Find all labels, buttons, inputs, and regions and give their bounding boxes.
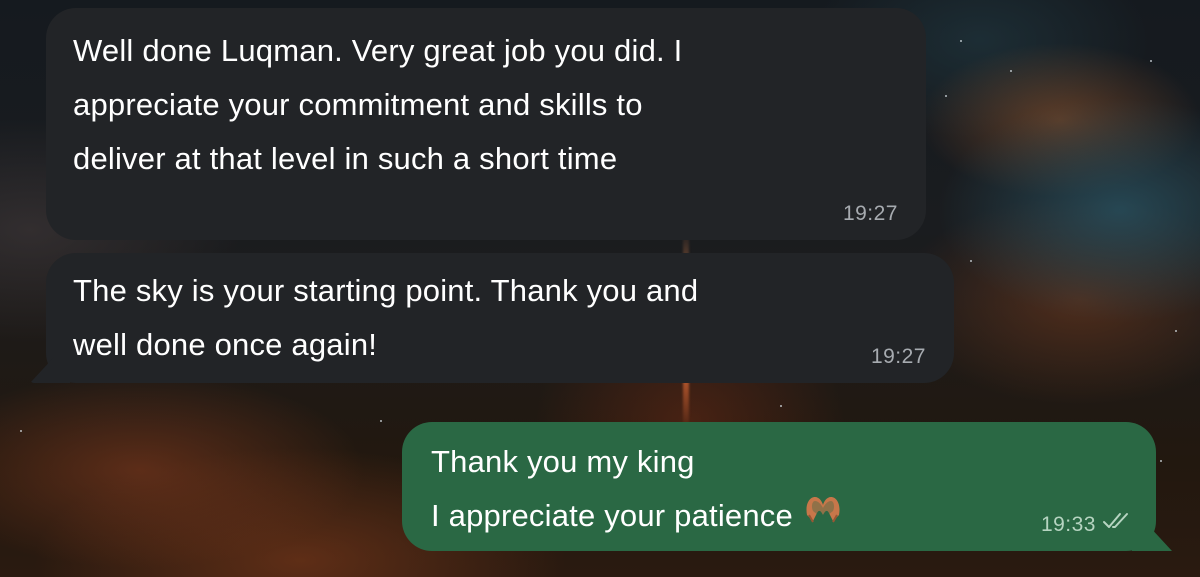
heart-hands-emoji-icon — [803, 488, 843, 542]
message-text-line: Thank you my king — [431, 444, 695, 479]
message-timestamp-group: 19:33 — [1040, 511, 1132, 537]
incoming-message-bubble[interactable]: Well done Luqman. Very great job you did… — [46, 8, 926, 240]
wallpaper-spark — [1160, 460, 1162, 462]
wallpaper-spark — [20, 430, 22, 432]
incoming-message-bubble[interactable]: The sky is your starting point. Thank yo… — [46, 253, 954, 383]
bubble-tail — [30, 357, 70, 383]
wallpaper-spark — [970, 260, 972, 262]
message-text-line: appreciate your commitment and skills to — [73, 87, 643, 122]
bubble-tail — [1132, 525, 1172, 551]
message-timestamp: 19:33 — [1040, 513, 1096, 536]
message-text-line: well done once again! — [73, 327, 378, 362]
wallpaper-spark — [1010, 70, 1012, 72]
message-timestamp: 19:27 — [842, 202, 898, 225]
double-check-icon — [1102, 511, 1132, 537]
wallpaper-spark — [780, 405, 782, 407]
outgoing-message-bubble[interactable]: Thank you my king I appreciate your pati… — [402, 422, 1156, 551]
wallpaper-spark — [1150, 60, 1152, 62]
message-text-line: The sky is your starting point. Thank yo… — [73, 273, 699, 308]
wallpaper-spark — [945, 95, 947, 97]
message-text-line: Well done Luqman. Very great job you did… — [73, 33, 683, 68]
message-text-line: deliver at that level in such a short ti… — [73, 141, 618, 176]
wallpaper-spark — [1175, 330, 1177, 332]
message-text: I appreciate your patience — [431, 498, 793, 533]
wallpaper-spark — [380, 420, 382, 422]
wallpaper-spark — [960, 40, 962, 42]
message-timestamp: 19:27 — [870, 345, 926, 368]
